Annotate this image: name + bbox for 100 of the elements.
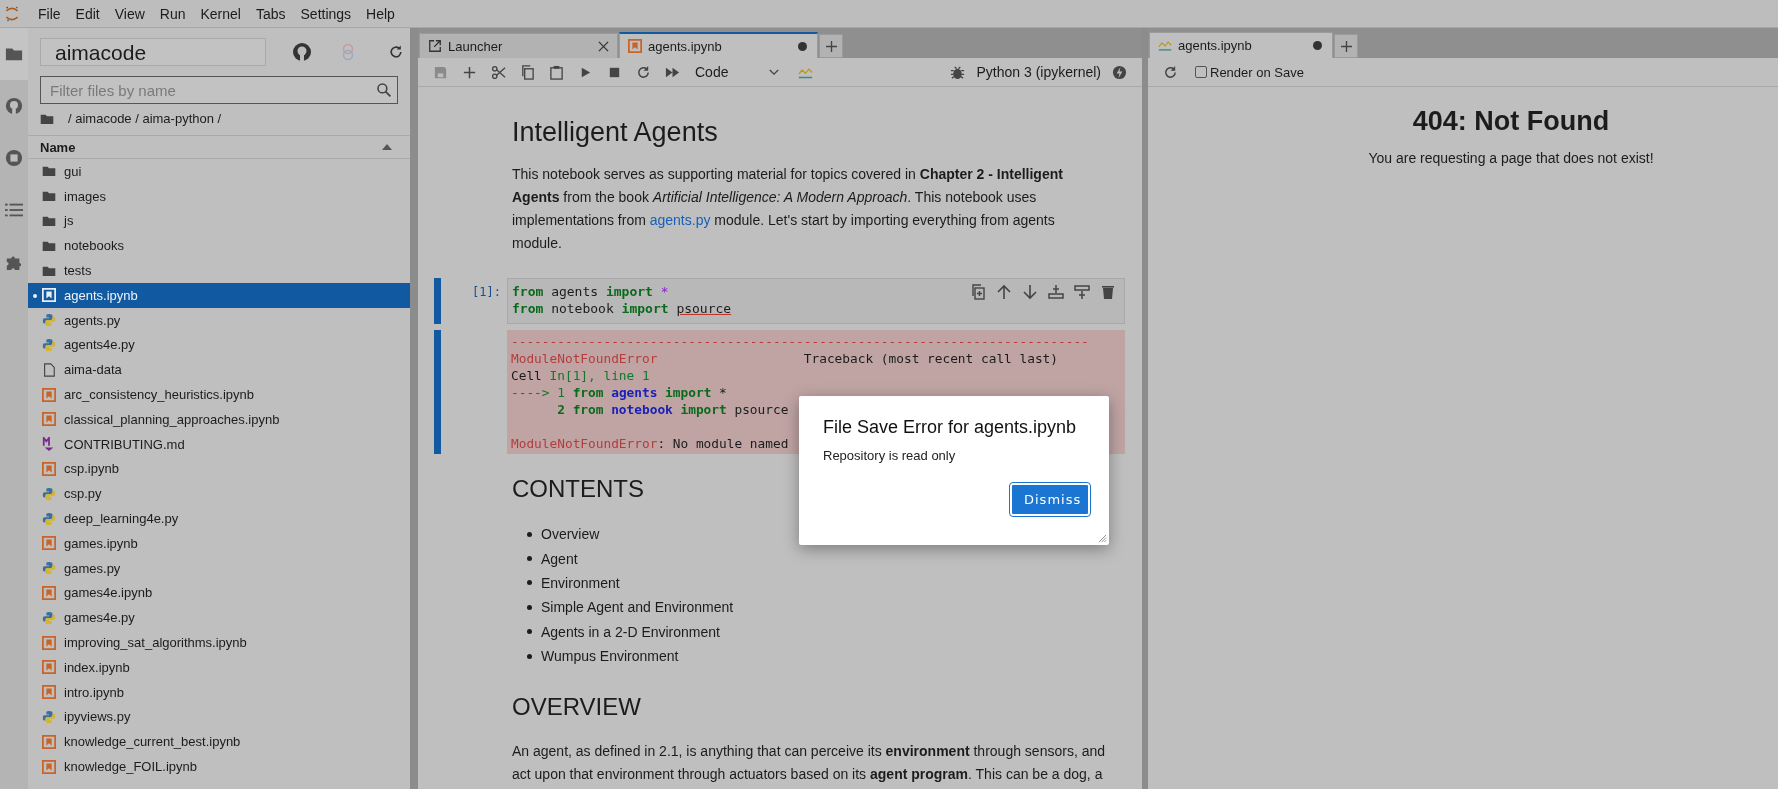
bullet-icon <box>527 604 532 610</box>
directory-listing-row[interactable]: ipyviews.py <box>28 704 410 730</box>
plus-icon <box>1340 40 1352 52</box>
directory-listing-row[interactable]: deep_learning4e.py <box>28 506 410 531</box>
restart-icon[interactable] <box>636 64 651 80</box>
directory-listing-row[interactable]: classical_planning_approaches.ipynb <box>28 406 410 432</box>
directory-listing-row[interactable]: knowledge_current_best.ipynb <box>28 729 410 755</box>
new-tab-button[interactable] <box>819 34 843 58</box>
contents-item: Agent <box>541 550 578 567</box>
directory-listing-row[interactable]: intro.ipynb <box>28 679 410 705</box>
directory-listing-row[interactable]: csp.ipynb <box>28 456 410 482</box>
directory-listing-row[interactable]: arc_consistency_heuristics.ipynb <box>28 382 410 407</box>
duplicate-icon[interactable] <box>970 284 986 300</box>
directory-listing-row[interactable]: games.py <box>28 555 410 581</box>
arrow-up-icon[interactable] <box>996 284 1012 300</box>
refresh-icon[interactable] <box>388 44 404 60</box>
clipboard-icon[interactable] <box>549 64 564 80</box>
directory-listing-row[interactable]: games4e.py <box>28 605 410 631</box>
github-icon[interactable] <box>292 42 312 62</box>
plus-icon <box>825 40 837 52</box>
splitter-handle[interactable] <box>410 28 418 789</box>
filter-field[interactable]: Filter files by name <box>40 76 398 104</box>
notebook-icon <box>42 685 56 700</box>
contents-item: Agents in a 2-D Environment <box>541 623 720 640</box>
render-on-save-label[interactable]: Render on Save <box>1210 64 1304 80</box>
directory-listing-row[interactable]: index.ipynb <box>28 654 410 680</box>
insert-below-icon[interactable] <box>1074 284 1090 300</box>
menu-item[interactable]: Run <box>154 5 196 22</box>
splitter-handle[interactable] <box>1142 28 1148 789</box>
bullet-icon <box>527 556 532 562</box>
contents-item: Simple Agent and Environment <box>541 599 734 616</box>
scissors-icon[interactable] <box>491 64 506 80</box>
insert-above-icon[interactable] <box>1048 284 1064 300</box>
notebook-icon <box>42 734 56 749</box>
breadcrumb-path[interactable]: / aimacode / aima-python / <box>68 111 222 126</box>
notebook-icon <box>42 536 56 551</box>
directory-listing-row[interactable]: knowledge_FOIL.ipynb <box>28 754 410 779</box>
directory-listing-row[interactable]: CONTRIBUTING.md <box>28 431 410 457</box>
sort-caret-icon[interactable] <box>382 144 392 150</box>
tab[interactable]: agents.ipynb <box>1149 32 1333 58</box>
stop-circle-icon[interactable] <box>5 149 23 167</box>
cell-type-dropdown[interactable]: Code <box>695 64 779 80</box>
python-icon <box>42 610 56 625</box>
bullet-icon <box>527 629 532 635</box>
code-cell[interactable]: from agents import * from notebook import psource <box>507 278 1125 324</box>
menu-item[interactable]: Settings <box>295 5 362 22</box>
directory-listing-row[interactable]: csp.py <box>28 481 410 507</box>
folder-icon <box>42 214 56 228</box>
plus-icon[interactable] <box>462 64 477 80</box>
menu-item[interactable]: Help <box>361 5 405 22</box>
directory-listing-row[interactable]: aima-data <box>28 357 410 383</box>
directory-listing-row[interactable]: improving_sat_algorithms.ipynb <box>28 630 410 655</box>
error-title: 404: Not Found <box>1411 105 1611 138</box>
dismiss-button[interactable]: Dismiss <box>1010 483 1090 516</box>
repository-field[interactable]: aimacode <box>40 38 266 66</box>
notebook-icon <box>42 461 56 476</box>
directory-listing-row[interactable]: games4e.ipynb <box>28 580 410 606</box>
python-icon <box>42 709 56 724</box>
resize-grip-icon[interactable] <box>1098 534 1107 543</box>
notebook-title: Intelligent Agents <box>512 116 719 149</box>
bullet-icon <box>527 531 532 537</box>
tab[interactable]: agents.ipynb <box>619 32 818 58</box>
directory-listing-row[interactable]: agents4e.py <box>28 332 410 358</box>
error-message: You are requesting a page that does not exist! <box>1367 150 1655 166</box>
notebook-icon <box>42 288 56 303</box>
new-tab-button[interactable] <box>1334 34 1358 58</box>
delete-icon[interactable] <box>1100 284 1116 300</box>
directory-listing-row[interactable]: images <box>28 183 410 209</box>
menu-item[interactable]: View <box>109 5 155 22</box>
unsaved-dot-icon[interactable] <box>798 41 807 51</box>
directory-listing-row[interactable]: agents.py <box>28 307 410 333</box>
directory-listing-row[interactable]: notebooks <box>28 233 410 259</box>
input-prompt: [1]: <box>471 284 502 301</box>
directory-listing-row[interactable]: agents.ipynb <box>28 283 410 308</box>
arrow-down-icon[interactable] <box>1022 284 1038 300</box>
name-column-header[interactable]: Name <box>40 139 76 155</box>
copy-icon[interactable] <box>520 64 535 80</box>
kernel-name[interactable]: Python 3 (ipykernel) <box>976 64 1101 80</box>
render-on-save-checkbox[interactable] <box>1195 66 1207 78</box>
python-icon <box>42 337 56 352</box>
menu-item[interactable]: Edit <box>70 5 110 22</box>
menu-item[interactable]: Kernel <box>195 5 251 22</box>
directory-listing-row[interactable]: gui <box>28 159 410 184</box>
menu-item[interactable]: File <box>33 5 71 22</box>
menu-item[interactable]: Tabs <box>250 5 296 22</box>
section-heading: CONTENTS <box>512 474 644 504</box>
bug-icon[interactable] <box>950 64 966 80</box>
directory-listing-row[interactable]: js <box>28 208 410 234</box>
notebook-icon <box>42 412 56 427</box>
cell-collapser[interactable] <box>434 330 441 454</box>
refresh-icon[interactable] <box>1163 64 1178 80</box>
python-icon <box>42 511 56 526</box>
close-icon[interactable] <box>598 40 609 52</box>
directory-listing-row[interactable]: tests <box>28 258 410 283</box>
cell-collapser[interactable] <box>434 278 441 324</box>
github-icon[interactable] <box>5 97 23 115</box>
list-icon[interactable] <box>5 201 23 219</box>
tab[interactable]: Launcher <box>419 33 618 58</box>
directory-listing-row[interactable]: games.ipynb <box>28 530 410 556</box>
unsaved-dot-icon[interactable] <box>1313 41 1322 50</box>
